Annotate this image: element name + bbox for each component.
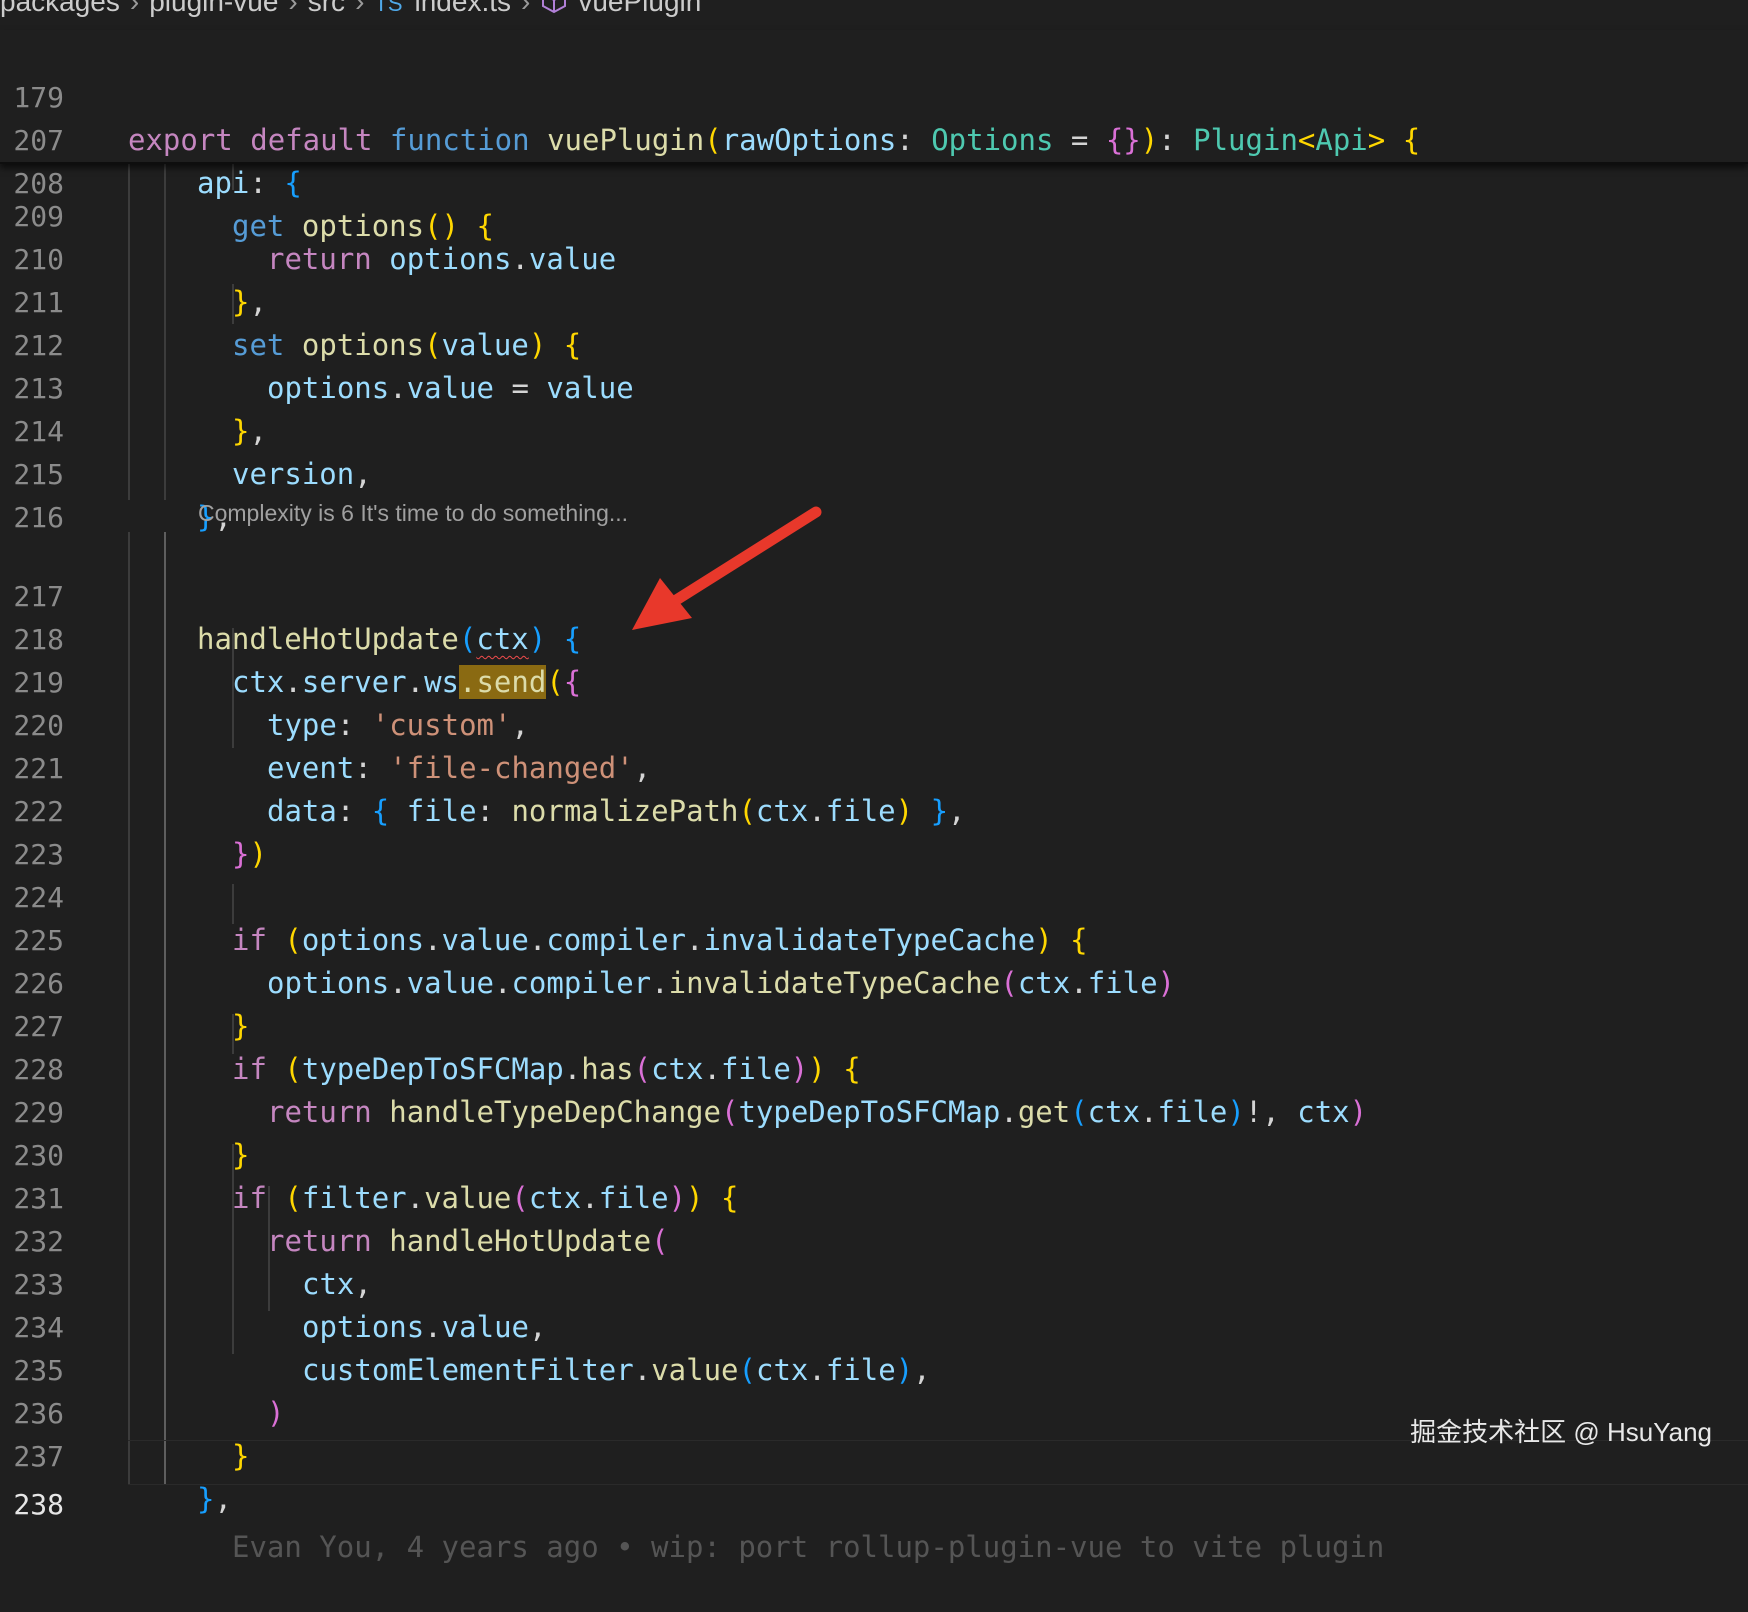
line-number-active: 238 bbox=[13, 1488, 64, 1521]
watermark: 掘金技术社区 @ HsuYang bbox=[1410, 1417, 1712, 1447]
git-blame-annotation[interactable]: Evan You, 4 years ago • wip: port rollup… bbox=[232, 1526, 1384, 1569]
red-arrow-icon bbox=[632, 506, 822, 630]
